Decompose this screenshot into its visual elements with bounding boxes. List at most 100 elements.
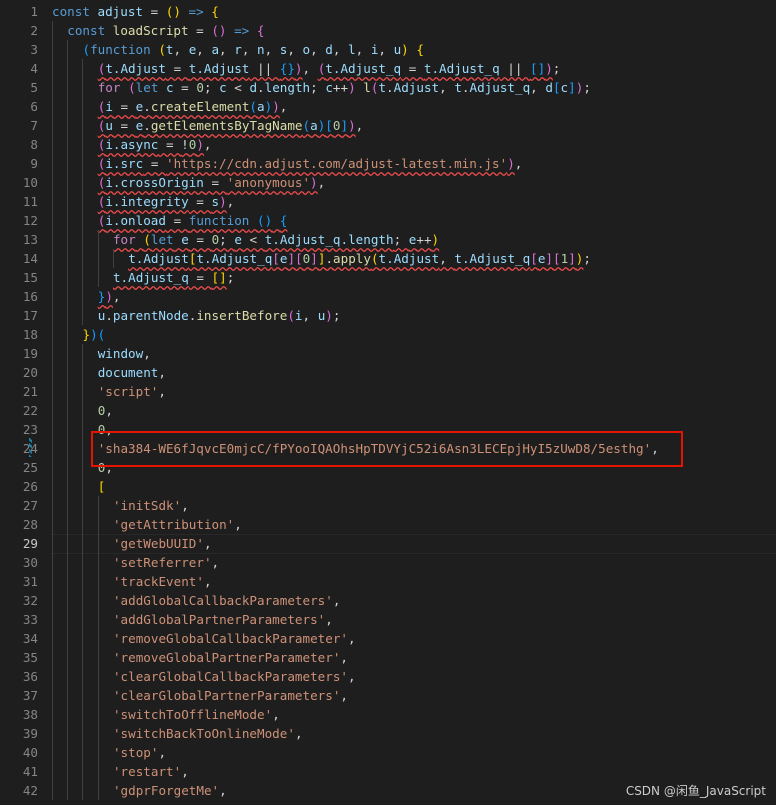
code-line[interactable]: 13 for (let e = 0; e < t.Adjust_q.length;… [0, 230, 776, 249]
code-token: ( [249, 99, 258, 114]
code-line[interactable]: 33 'addGlobalPartnerParameters', [0, 610, 776, 629]
code-token: t [165, 42, 174, 57]
code-token: t [378, 80, 387, 95]
code-token: ++ [332, 80, 349, 95]
line-number: 33 [22, 612, 38, 627]
code-line[interactable]: 11 (i.integrity = s), [0, 192, 776, 211]
code-token: || [249, 61, 280, 76]
code-token: i.async [105, 137, 159, 152]
code-line[interactable]: 1 const adjust = () => { [0, 2, 776, 21]
code-token: , [355, 42, 371, 57]
code-token: i.crossOrigin [105, 175, 204, 190]
line-number: 20 [22, 365, 38, 380]
indent-guide [52, 154, 53, 173]
indent-guide [67, 173, 69, 192]
code-line[interactable]: 38 'switchToOfflineMode', [0, 705, 776, 724]
code-token: ) [325, 308, 333, 323]
code-token: d [325, 42, 333, 57]
code-line[interactable]: 22 0, [0, 401, 776, 420]
indent-guide [67, 59, 69, 78]
code-line[interactable]: 12 (i.onload = function () { [0, 211, 776, 230]
code-token: . [325, 251, 334, 266]
code-text: t.Adjust[t.Adjust_q[e][0]].apply(t.Adjus… [128, 249, 591, 268]
code-token: [ [530, 251, 538, 266]
code-line[interactable]: 4 (t.Adjust = t.Adjust || {}), (t.Adjust_… [0, 59, 776, 78]
code-token: , [340, 688, 349, 703]
indent-guide [67, 781, 69, 800]
code-line[interactable]: 6 (i = e.createElement(a)), [0, 97, 776, 116]
indent-guide [82, 648, 84, 667]
code-editor[interactable]: 1 const adjust = () => {2 const loadScript… [0, 0, 776, 805]
code-text: (i.crossOrigin = 'anonymous'), [98, 173, 326, 192]
code-token: . [143, 99, 151, 114]
code-line[interactable]: 40 'stop', [0, 743, 776, 762]
code-line[interactable]: 35 'removeGlobalPartnerParameter', [0, 648, 776, 667]
code-line[interactable]: 27 'initSdk', [0, 496, 776, 515]
code-line[interactable]: 18})( [0, 325, 776, 344]
code-line[interactable]: 39 'switchBackToOnlineMode', [0, 724, 776, 743]
code-line[interactable]: 14 t.Adjust[t.Adjust_q[e][0]].apply(t.Adj… [0, 249, 776, 268]
code-token: e [181, 232, 189, 247]
code-line[interactable]: 7 (u = e.getElementsByTagName(a)[0]), [0, 116, 776, 135]
code-line[interactable]: 21 'script', [0, 382, 776, 401]
code-token: o [302, 42, 311, 57]
indent-guide [67, 363, 69, 382]
code-line[interactable]: 28 'getAttribution', [0, 515, 776, 534]
code-line[interactable]: 20 document, [0, 363, 776, 382]
code-token: , [530, 80, 546, 95]
indent-guide [82, 135, 84, 154]
indent-guide [67, 230, 69, 249]
code-line[interactable]: 19 window, [0, 344, 776, 363]
code-token: 'switchToOfflineMode' [112, 707, 273, 722]
code-token: { [416, 42, 424, 57]
indent-guide [67, 724, 69, 743]
indent-guide [82, 629, 84, 648]
code-token: < [226, 80, 250, 95]
code-line[interactable]: 16}), [0, 287, 776, 306]
code-token: , [514, 156, 523, 171]
line-number: 34 [22, 631, 38, 646]
code-line[interactable]: 29 'getWebUUID', [0, 534, 776, 554]
indent-guide [82, 116, 84, 135]
code-token: t.Adjust_q [112, 270, 189, 285]
indent-guide [67, 477, 69, 496]
code-line[interactable]: 8 (i.async = !0), [0, 135, 776, 154]
indent-guide [52, 401, 53, 420]
code-line[interactable]: 3 (function (t, e, a, r, n, s, o, d, l, i… [0, 40, 776, 59]
code-token: ) [431, 232, 440, 247]
code-line[interactable]: 37 'clearGlobalPartnerParameters', [0, 686, 776, 705]
code-line[interactable]: 26 [ [0, 477, 776, 496]
code-line[interactable]: 30 'setReferrer', [0, 553, 776, 572]
indent-guide [67, 591, 69, 610]
code-line[interactable]: 17 u.parentNode.insertBefore(i, u); [0, 306, 776, 325]
code-token: t.Adjust_q [423, 61, 500, 76]
code-line[interactable]: 32 'addGlobalCallbackParameters', [0, 591, 776, 610]
indent-guide [82, 154, 84, 173]
code-token: 'script' [97, 384, 159, 399]
line-number: 24 [0, 439, 38, 458]
code-token: , [158, 365, 166, 380]
code-token: = [188, 23, 212, 38]
code-line[interactable]: 2 const loadScript = () => { [0, 21, 776, 40]
indent-guide [67, 762, 69, 781]
code-token: i [294, 308, 303, 323]
indent-guide [82, 515, 84, 534]
code-line[interactable]: 36 'clearGlobalCallbackParameters', [0, 667, 776, 686]
code-line[interactable]: 10 (i.crossOrigin = 'anonymous'), [0, 173, 776, 192]
code-text: (function (t, e, a, r, n, s, o, d, l, i,… [82, 40, 423, 59]
code-text: 'clearGlobalCallbackParameters', [113, 667, 356, 686]
code-line[interactable]: 15 t.Adjust_q = []; [0, 268, 776, 287]
code-text: 'addGlobalPartnerParameters', [113, 610, 333, 629]
code-token: [ [97, 479, 106, 494]
code-line[interactable]: 34 'removeGlobalCallbackParameter', [0, 629, 776, 648]
indent-guide [82, 705, 84, 724]
code-token: 0 [196, 80, 204, 95]
code-token: 'anonymous' [226, 175, 311, 190]
code-line[interactable]: 41 'restart', [0, 762, 776, 781]
code-token: 'initSdk' [112, 498, 182, 513]
code-line[interactable]: 5 for (let c = 0; c < d.length; c++) l(t.… [0, 78, 776, 97]
code-line[interactable]: 31 'trackEvent', [0, 572, 776, 591]
code-text: u.parentNode.insertBefore(i, u); [98, 306, 341, 325]
line-number: 40 [22, 745, 38, 760]
code-line[interactable]: 9 (i.src = 'https://cdn.adjust.com/adjust… [0, 154, 776, 173]
